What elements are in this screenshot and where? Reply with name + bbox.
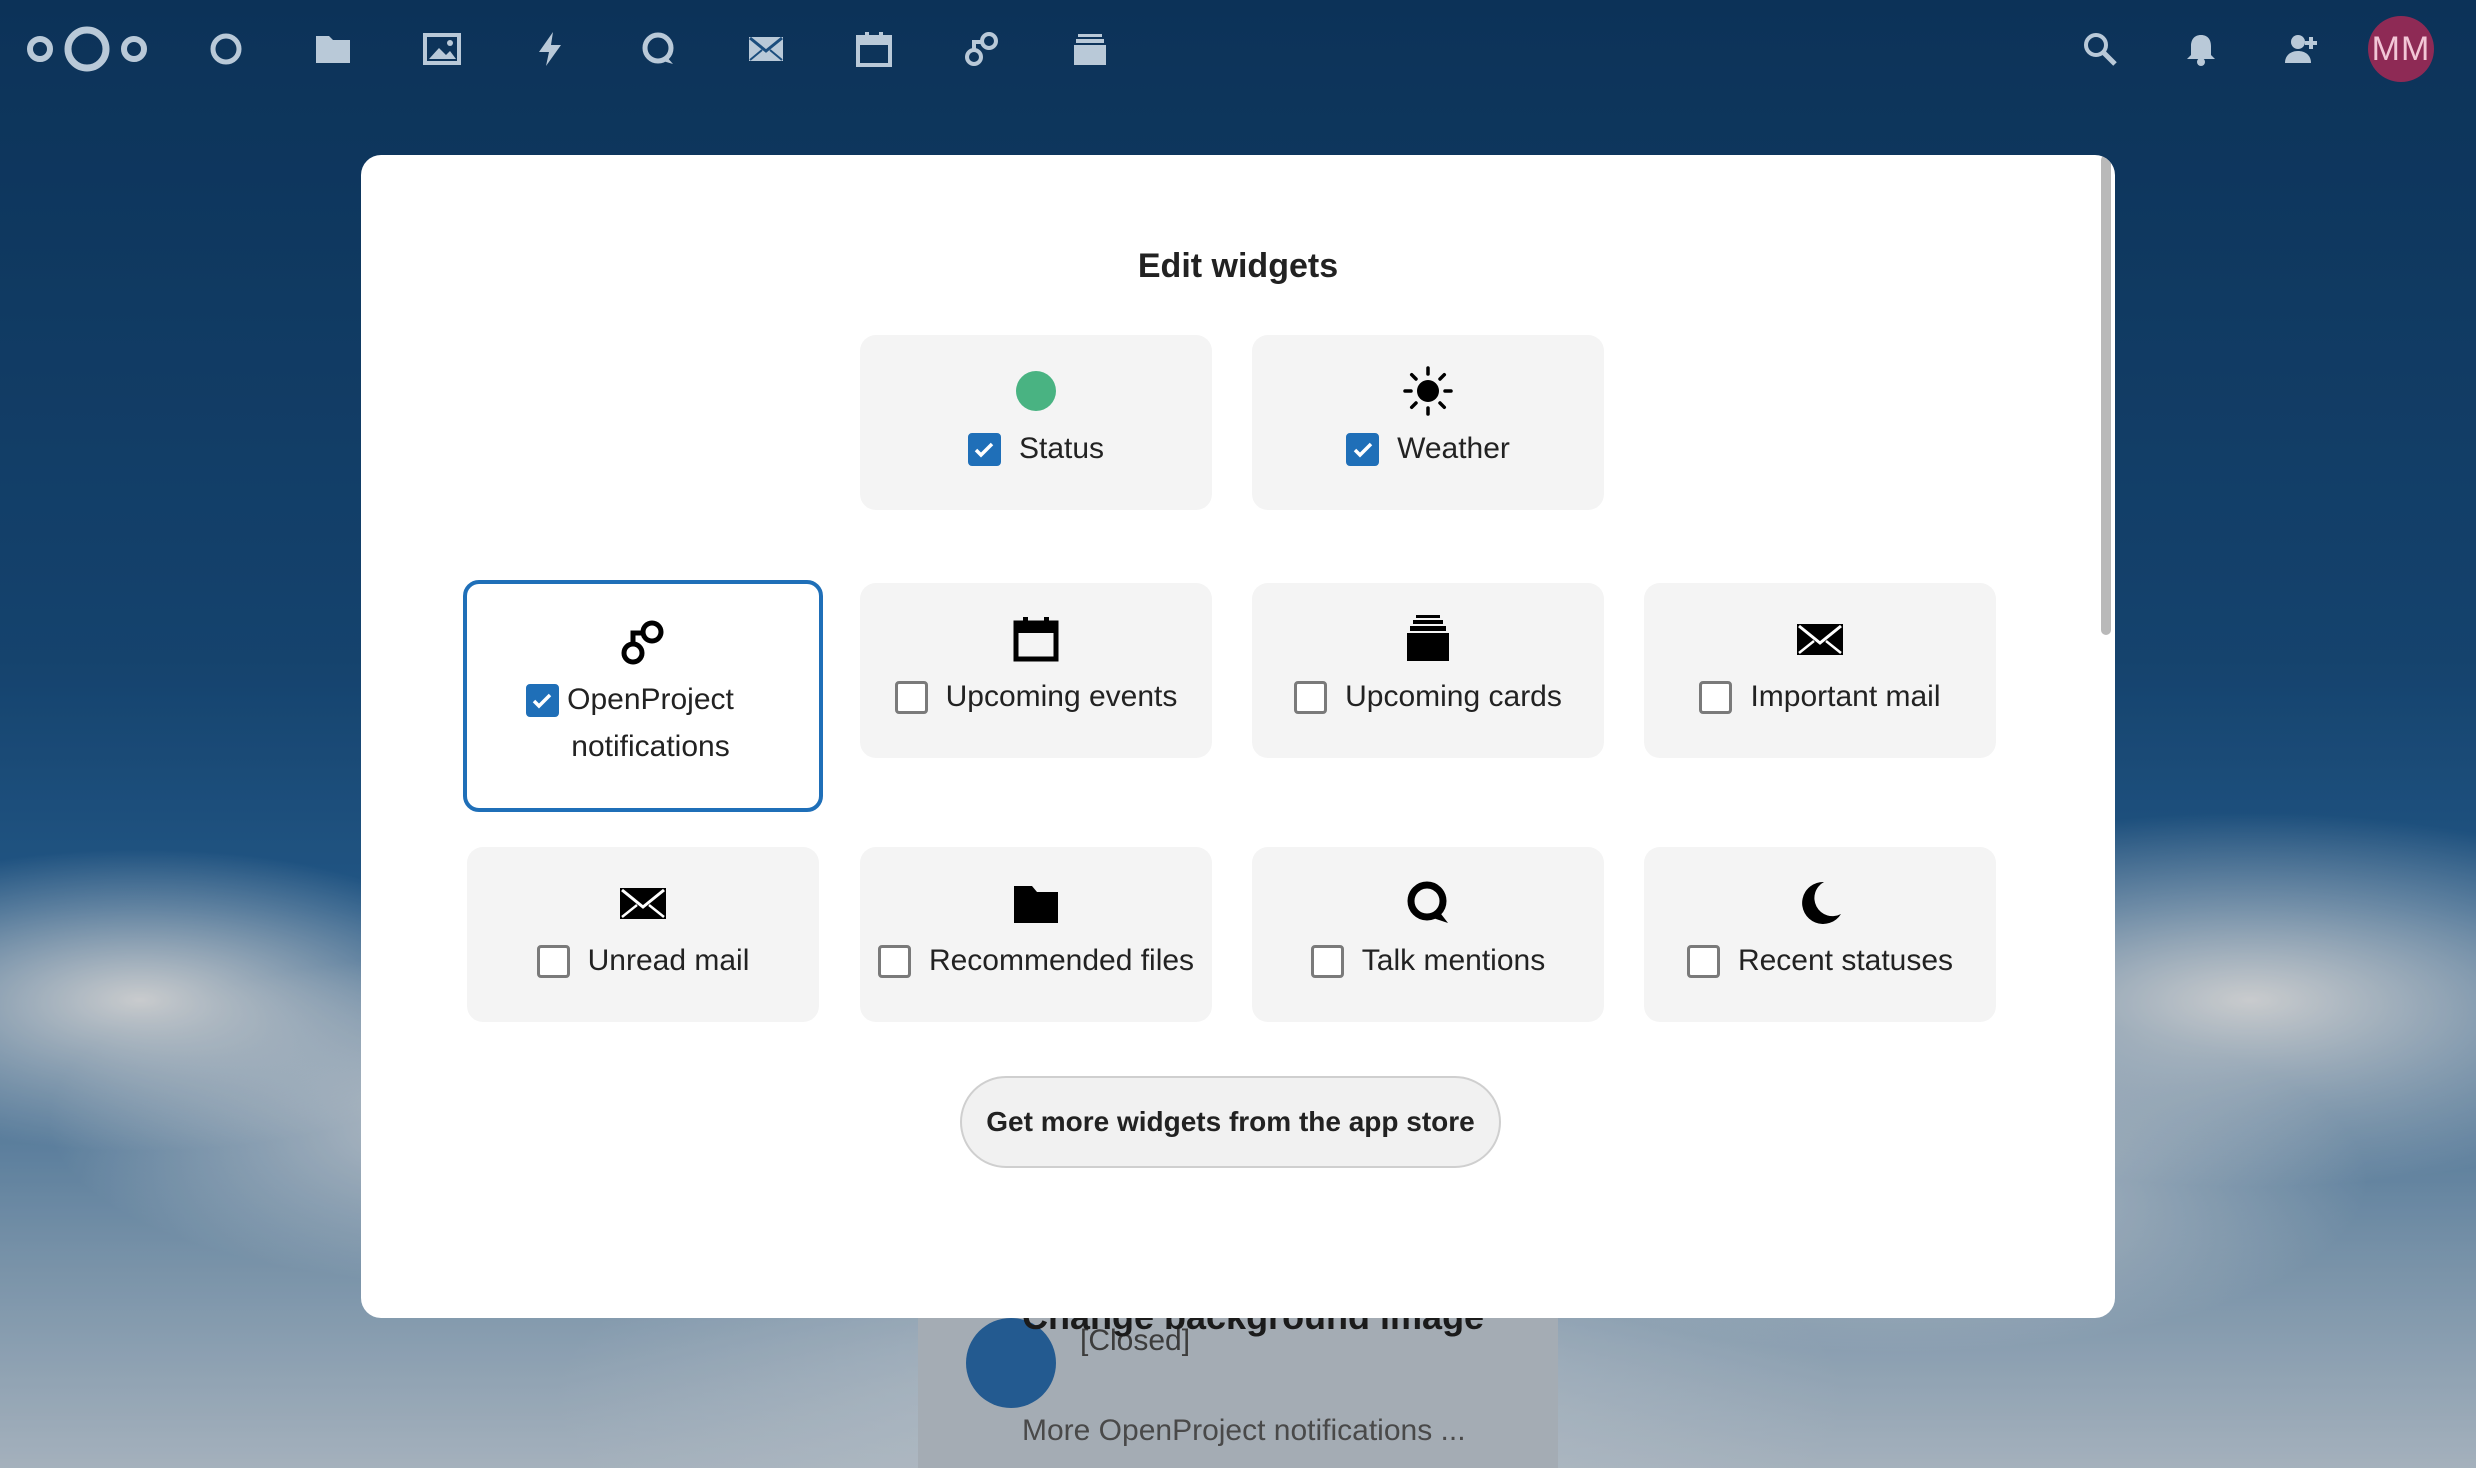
widget-label: Upcoming events	[945, 680, 1178, 713]
widget-card-recent-statuses[interactable]: Recent statuses	[1644, 847, 1996, 1022]
app-store-button[interactable]: Get more widgets from the app store	[960, 1076, 1501, 1168]
upcoming-cards-checkbox[interactable]	[1294, 681, 1328, 714]
top-header: MM	[0, 0, 2476, 100]
widget-card-upcoming-cards[interactable]: Upcoming cards	[1252, 583, 1604, 758]
files-icon[interactable]	[308, 24, 358, 74]
widget-card-important-mail[interactable]: Important mail	[1644, 583, 1996, 758]
mail-icon[interactable]	[741, 24, 791, 74]
talk-mentions-checkbox[interactable]	[1310, 945, 1344, 978]
edit-widgets-dialog: Edit widgets Status Weather OpenProject …	[361, 155, 2115, 1318]
dialog-title: Edit widgets	[1137, 247, 1339, 285]
search-icon[interactable]	[2075, 24, 2125, 74]
widget-label: Unread mail	[587, 944, 750, 977]
widget-card-upcoming-events[interactable]: Upcoming events	[860, 583, 1212, 758]
unread-mail-checkbox[interactable]	[536, 945, 570, 978]
widget-card-weather[interactable]: Weather	[1252, 335, 1604, 510]
openproject-icon	[467, 616, 819, 668]
widget-label: Important mail	[1750, 680, 1941, 713]
widget-label: OpenProject notifications	[567, 683, 734, 763]
dialog-scrollbar[interactable]	[2101, 155, 2111, 635]
dashboard-icon[interactable]	[201, 24, 251, 74]
status-dot-icon	[860, 365, 1212, 417]
openproject-icon[interactable]	[957, 24, 1007, 74]
widget-card-openproject[interactable]: OpenProject notifications	[463, 580, 823, 812]
widget-card-recommended-files[interactable]: Recommended files	[860, 847, 1212, 1022]
recent-statuses-checkbox[interactable]	[1686, 945, 1720, 978]
recommended-files-checkbox[interactable]	[877, 945, 911, 978]
calendar-icon[interactable]	[849, 24, 899, 74]
contacts-icon[interactable]	[2276, 24, 2326, 74]
widget-label: Status	[1018, 432, 1105, 465]
photos-icon[interactable]	[417, 24, 467, 74]
status-checkbox[interactable]	[967, 433, 1001, 466]
nextcloud-logo-icon[interactable]	[24, 24, 150, 74]
talk-icon	[1252, 877, 1604, 929]
talk-icon[interactable]	[633, 24, 683, 74]
widget-label: Recent statuses	[1737, 944, 1954, 977]
widget-label: Talk mentions	[1361, 944, 1546, 977]
widget-card-talk-mentions[interactable]: Talk mentions	[1252, 847, 1604, 1022]
widget-card-unread-mail[interactable]: Unread mail	[467, 847, 819, 1022]
widget-card-status[interactable]: Status	[860, 335, 1212, 510]
user-avatar[interactable]: MM	[2368, 16, 2434, 82]
important-mail-checkbox[interactable]	[1699, 681, 1733, 714]
deck-icon[interactable]	[1065, 24, 1115, 74]
upcoming-events-checkbox[interactable]	[894, 681, 928, 714]
mail-icon	[1644, 613, 1996, 665]
moon-icon	[1644, 877, 1996, 929]
folder-icon	[860, 877, 1212, 929]
notifications-icon[interactable]	[2176, 24, 2226, 74]
widget-label: Upcoming cards	[1345, 680, 1562, 713]
widget-label: Weather	[1397, 432, 1510, 465]
mail-icon	[467, 877, 819, 929]
weather-checkbox[interactable]	[1346, 433, 1380, 466]
deck-icon	[1252, 613, 1604, 665]
sun-icon	[1252, 365, 1604, 417]
widget-label: Recommended files	[928, 944, 1195, 977]
calendar-icon	[860, 613, 1212, 665]
activity-icon[interactable]	[525, 24, 575, 74]
